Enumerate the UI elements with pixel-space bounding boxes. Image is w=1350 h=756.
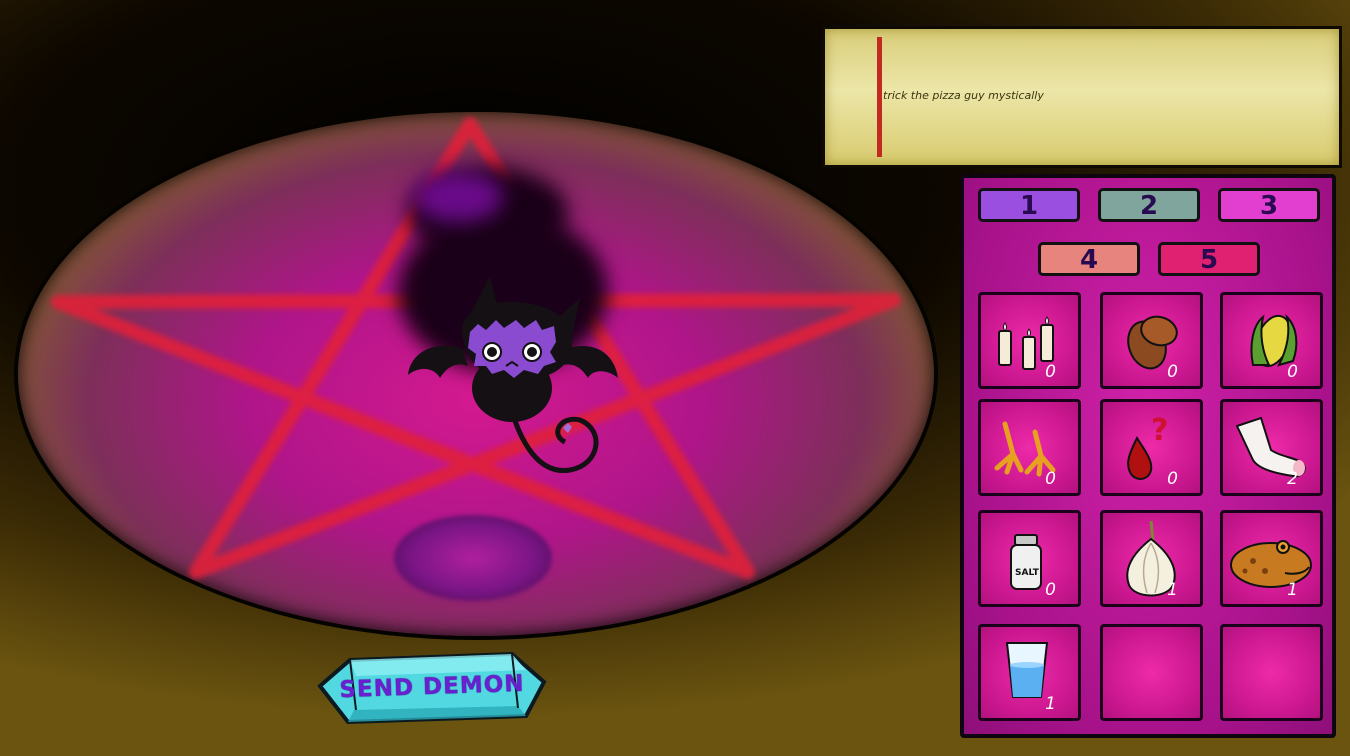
inventory-slot-chicken-feet[interactable]: 0 xyxy=(978,399,1081,496)
item-count: 0 xyxy=(1045,469,1056,489)
game-scene: SEND DEMON trick the pizza guy mysticall… xyxy=(0,0,1350,756)
inventory-slot-toad[interactable]: 1 xyxy=(1220,510,1323,607)
inventory-slot-mystery-blood[interactable]: ? 0 xyxy=(1100,399,1203,496)
inventory-slot-beans[interactable]: 0 xyxy=(1100,292,1203,389)
svg-text:?: ? xyxy=(1151,413,1168,448)
inventory-panel: 1 2 3 4 5 0 0 0 0 ? 0 2 SALT 0 1 1 1 xyxy=(960,174,1336,738)
chicken-feet-icon xyxy=(994,421,1056,477)
tab-2[interactable]: 2 xyxy=(1098,188,1200,222)
summon-portal xyxy=(394,515,552,601)
item-count: 0 xyxy=(1045,580,1056,600)
inventory-slot-salt[interactable]: SALT 0 xyxy=(978,510,1081,607)
water-glass-icon xyxy=(1005,642,1049,698)
inventory-slot-water[interactable]: 1 xyxy=(978,624,1081,721)
mystery-blood-icon: ? xyxy=(1127,413,1168,480)
smoke-shadow xyxy=(413,172,503,222)
inventory-slot-sock[interactable]: 2 xyxy=(1220,399,1323,496)
task-note: trick the pizza guy mystically xyxy=(822,26,1342,168)
beans-icon xyxy=(1127,315,1178,370)
demon-character[interactable] xyxy=(400,270,630,485)
item-count: 2 xyxy=(1287,469,1298,489)
tab-5[interactable]: 5 xyxy=(1158,242,1260,276)
send-demon-button[interactable]: SEND DEMON xyxy=(312,646,550,730)
inventory-slot-onion[interactable]: 1 xyxy=(1100,510,1203,607)
onion-icon xyxy=(1126,520,1176,597)
tab-4[interactable]: 4 xyxy=(1038,242,1140,276)
inventory-slot-empty[interactable] xyxy=(1100,624,1203,721)
item-count: 1 xyxy=(1287,580,1298,600)
item-count: 0 xyxy=(1167,469,1178,489)
salt-icon: SALT xyxy=(1010,534,1042,590)
svg-text:SALT: SALT xyxy=(1015,568,1040,578)
tab-3[interactable]: 3 xyxy=(1218,188,1320,222)
candles-icon xyxy=(998,316,1054,370)
task-text: trick the pizza guy mystically xyxy=(883,89,1044,102)
item-count: 0 xyxy=(1167,362,1178,382)
corn-icon xyxy=(1250,313,1298,368)
toad-icon xyxy=(1230,540,1312,588)
note-margin-line xyxy=(877,37,882,157)
tab-1[interactable]: 1 xyxy=(978,188,1080,222)
inventory-slot-candles[interactable]: 0 xyxy=(978,292,1081,389)
item-count: 1 xyxy=(1167,580,1178,600)
item-count: 0 xyxy=(1287,362,1298,382)
inventory-slot-corn[interactable]: 0 xyxy=(1220,292,1323,389)
inventory-slot-empty[interactable] xyxy=(1220,624,1323,721)
item-count: 1 xyxy=(1045,694,1056,714)
sock-icon xyxy=(1235,416,1306,478)
item-count: 0 xyxy=(1045,362,1056,382)
